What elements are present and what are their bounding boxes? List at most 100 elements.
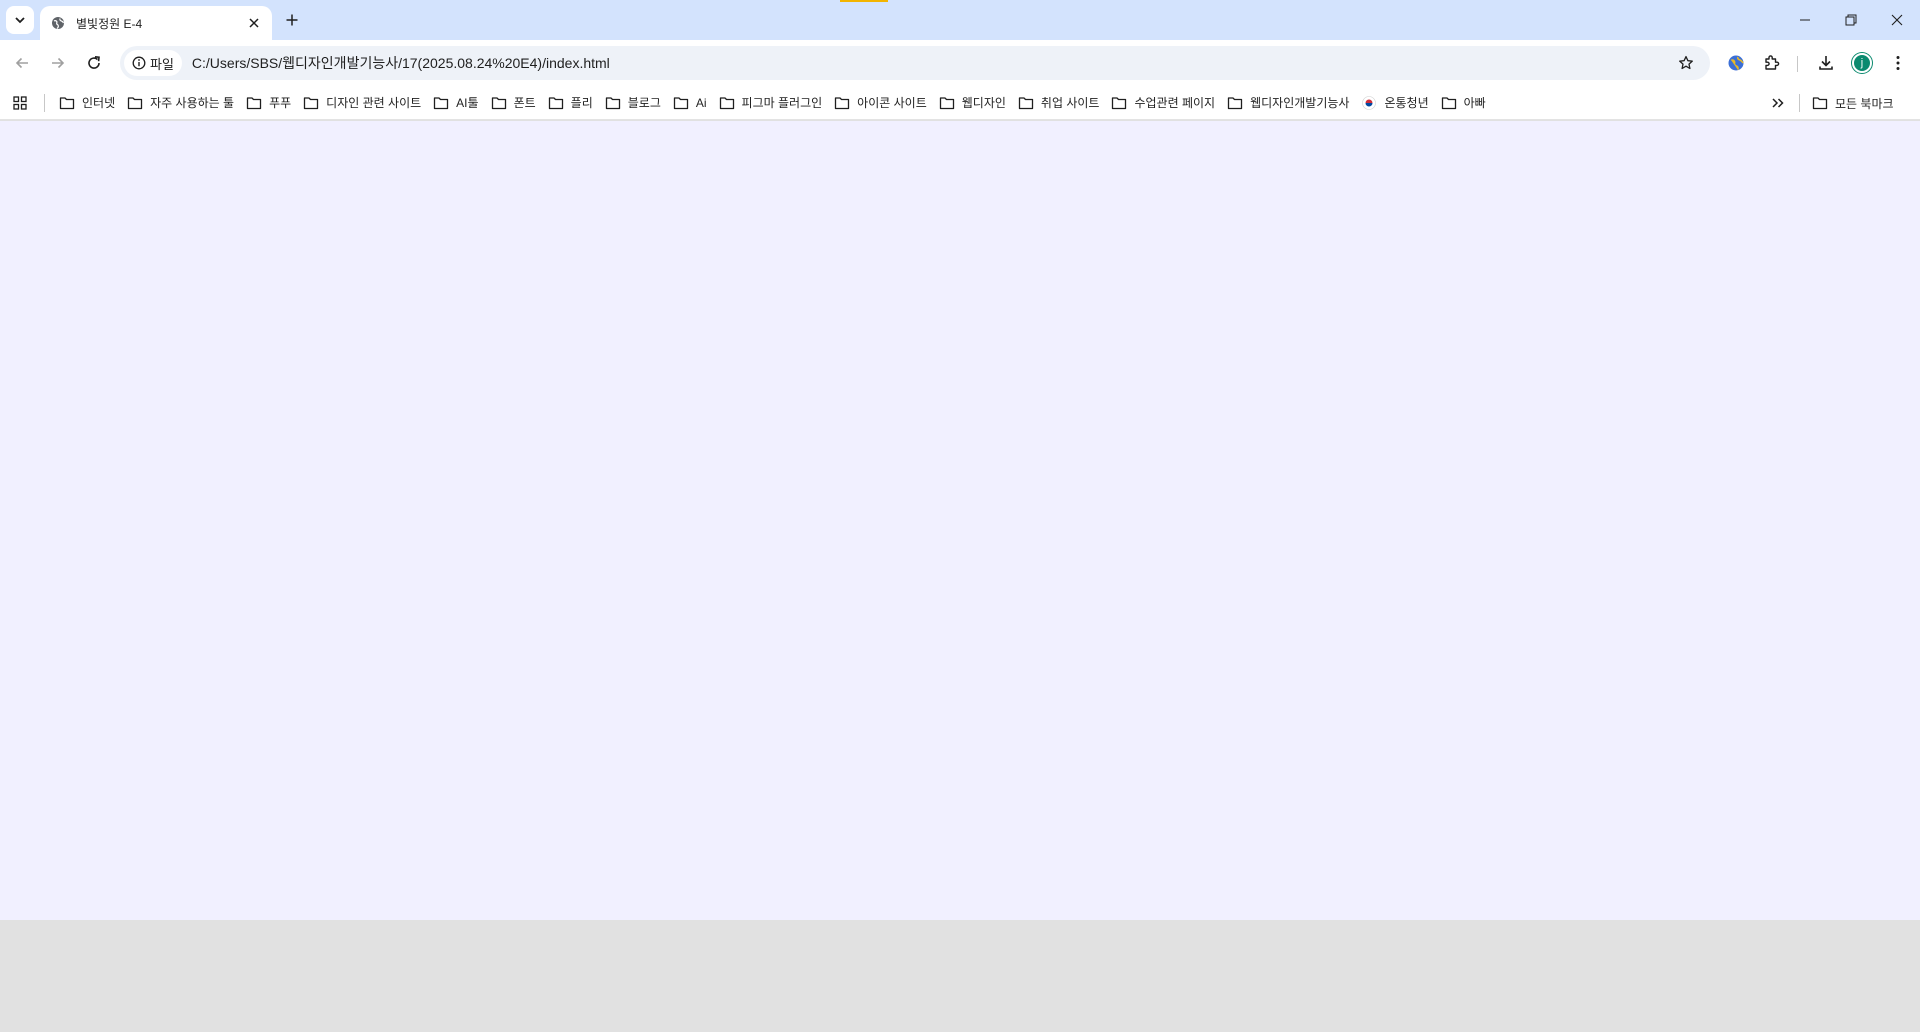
korea-flag-icon — [1361, 95, 1377, 111]
profile-button[interactable]: j — [1848, 49, 1876, 77]
arrow-right-icon — [52, 57, 65, 69]
restore-icon — [1845, 14, 1857, 26]
folder-icon — [1227, 95, 1243, 111]
info-icon — [132, 56, 146, 70]
folder-icon — [834, 95, 850, 111]
new-tab-button[interactable] — [280, 8, 304, 32]
bookmark-label: 아빠 — [1463, 96, 1486, 110]
bookmark-label: AI툴 — [456, 96, 479, 110]
bookmark-label: 취업 사이트 — [1040, 96, 1100, 110]
loading-indicator — [840, 0, 888, 2]
toolbar-divider — [1797, 56, 1798, 72]
bookmark-item[interactable]: 아이콘 사이트 — [830, 90, 935, 116]
extension-globe-icon — [1728, 55, 1744, 71]
bookmark-label: 블로그 — [627, 96, 661, 110]
folder-icon — [127, 95, 143, 111]
avatar: j — [1852, 53, 1872, 73]
folder-icon — [1018, 95, 1034, 111]
bookmark-label: Ai — [695, 95, 707, 110]
bookmark-item[interactable]: 인터넷 — [55, 90, 123, 116]
empty-area — [0, 920, 1920, 1032]
window-close-button[interactable] — [1874, 0, 1920, 40]
bookmarks-bar: 인터넷 자주 사용하는 툴 푸푸 디자인 관련 사이트 AI툴 폰트 플리 블로그 Ai 피그마 … — [0, 86, 1920, 120]
bookmark-label: 웹디자인 — [961, 96, 1006, 110]
bookmark-item[interactable]: AI툴 — [429, 90, 486, 116]
download-icon — [1819, 56, 1833, 70]
bookmark-item[interactable]: 웹디자인개발기능사 — [1223, 90, 1357, 116]
tab-search-button[interactable] — [6, 6, 34, 34]
reload-icon — [88, 56, 100, 69]
kebab-menu-icon — [1896, 56, 1900, 70]
bookmark-item[interactable]: 수업관련 페이지 — [1107, 90, 1223, 116]
tab-close-button[interactable] — [244, 13, 264, 33]
bookmark-star-button[interactable] — [1672, 49, 1700, 77]
more-bookmarks-button[interactable] — [1764, 89, 1792, 117]
bookmark-list: 인터넷 자주 사용하는 툴 푸푸 디자인 관련 사이트 AI툴 폰트 플리 블로그 Ai 피그마 … — [55, 90, 1494, 116]
chevron-down-icon — [15, 17, 25, 24]
menu-button[interactable] — [1884, 49, 1912, 77]
folder-icon — [719, 95, 735, 111]
puzzle-icon — [1765, 55, 1780, 70]
back-button[interactable] — [8, 49, 36, 77]
bookmark-item[interactable]: 온통청년 — [1357, 90, 1436, 116]
bookmark-label: 폰트 — [513, 96, 536, 110]
tab-title: 별빛정원 E-4 — [76, 16, 143, 31]
folder-icon — [605, 95, 621, 111]
minimize-icon — [1800, 19, 1810, 21]
folder-icon — [548, 95, 564, 111]
browser-window: 별빛정원 E-4 파일 C:/Users/SBS/웹디자인개발기능사/17(20… — [0, 0, 1920, 1032]
tab-active[interactable]: 별빛정원 E-4 — [40, 6, 272, 40]
folder-icon — [433, 95, 449, 111]
bookmark-label: 자주 사용하는 툴 — [150, 96, 235, 110]
bookmarks-divider — [1799, 94, 1800, 112]
bookmark-label: 수업관련 페이지 — [1134, 96, 1216, 110]
all-bookmarks-button[interactable]: 모든 북마크 — [1812, 90, 1894, 116]
reload-button[interactable] — [80, 49, 108, 77]
toolbar: 파일 C:/Users/SBS/웹디자인개발기능사/17(2025.08.24%… — [0, 40, 1920, 86]
bookmark-item[interactable]: 웹디자인 — [935, 90, 1014, 116]
bookmark-label: 플리 — [570, 96, 593, 110]
site-info-chip[interactable]: 파일 — [124, 50, 182, 76]
folder-icon — [1441, 95, 1457, 111]
apps-grid-icon — [13, 95, 27, 110]
bookmark-label: 아이콘 사이트 — [857, 96, 927, 110]
extension-button[interactable] — [1722, 49, 1750, 77]
folder-icon — [303, 95, 319, 111]
forward-button[interactable] — [44, 49, 72, 77]
arrow-left-icon — [15, 57, 28, 69]
page-viewport — [0, 121, 1920, 920]
extensions-button[interactable] — [1758, 49, 1786, 77]
bookmark-item[interactable]: 취업 사이트 — [1014, 90, 1108, 116]
bookmark-item[interactable]: 플리 — [544, 90, 601, 116]
bookmark-item[interactable]: 푸푸 — [242, 90, 299, 116]
folder-icon — [491, 95, 507, 111]
tab-strip: 별빛정원 E-4 — [0, 0, 1920, 40]
address-bar[interactable]: 파일 C:/Users/SBS/웹디자인개발기능사/17(2025.08.24%… — [120, 46, 1710, 80]
bookmark-label: 디자인 관련 사이트 — [326, 96, 422, 110]
bookmark-item[interactable]: Ai — [669, 90, 715, 116]
bookmark-item[interactable]: 자주 사용하는 툴 — [123, 90, 242, 116]
bookmark-item[interactable]: 디자인 관련 사이트 — [299, 90, 429, 116]
folder-icon — [939, 95, 955, 111]
folder-icon — [673, 95, 689, 111]
url-text[interactable]: C:/Users/SBS/웹디자인개발기능사/17(2025.08.24%20E… — [192, 53, 1672, 73]
folder-icon — [1111, 95, 1127, 111]
bookmark-item[interactable]: 아빠 — [1437, 90, 1494, 116]
minimize-button[interactable] — [1782, 0, 1828, 40]
all-bookmarks-label: 모든 북마크 — [1835, 96, 1894, 111]
bookmark-label: 피그마 플러그인 — [741, 96, 823, 110]
bookmark-label: 웹디자인개발기능사 — [1250, 96, 1350, 110]
restore-button[interactable] — [1828, 0, 1874, 40]
globe-icon — [50, 15, 66, 31]
apps-button[interactable] — [6, 89, 34, 117]
downloads-button[interactable] — [1812, 49, 1840, 77]
double-chevron-right-icon — [1772, 98, 1784, 108]
bookmark-item[interactable]: 블로그 — [601, 90, 669, 116]
bookmark-label: 푸푸 — [269, 96, 292, 110]
bookmark-item[interactable]: 피그마 플러그인 — [715, 90, 831, 116]
bookmark-label: 인터넷 — [82, 96, 116, 110]
star-icon — [1679, 55, 1693, 70]
close-icon — [249, 18, 259, 28]
bookmark-item[interactable]: 폰트 — [487, 90, 544, 116]
bookmark-label: 온통청년 — [1384, 96, 1429, 110]
